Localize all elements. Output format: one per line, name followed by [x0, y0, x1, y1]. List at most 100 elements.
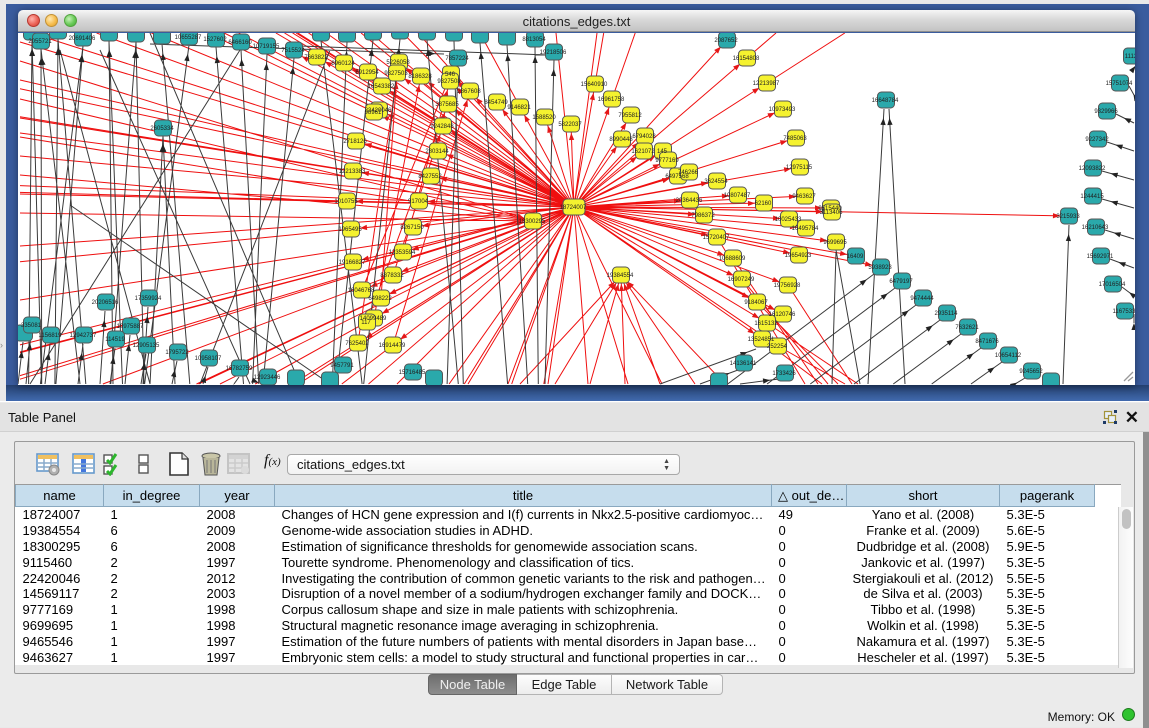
svg-text:62160: 62160	[755, 201, 772, 207]
svg-text:18724007: 18724007	[560, 205, 587, 211]
svg-text:8186328: 8186328	[408, 74, 432, 80]
svg-text:8454749: 8454749	[484, 100, 508, 106]
svg-text:7485063: 7485063	[783, 136, 807, 142]
svg-text:9146821: 9146821	[507, 105, 531, 111]
svg-text:9463627: 9463627	[792, 194, 816, 200]
svg-text:16210643: 16210643	[1082, 225, 1109, 231]
svg-text:12213383: 12213383	[339, 169, 366, 175]
svg-text:17359924: 17359924	[135, 296, 162, 302]
svg-text:9457791: 9457791	[330, 363, 354, 369]
svg-text:20691406: 20691406	[69, 36, 96, 42]
svg-text:19756928: 19756928	[774, 283, 801, 289]
svg-text:12923446: 12923446	[254, 375, 281, 381]
svg-text:114519: 114519	[105, 337, 125, 343]
svg-text:13524851: 13524851	[748, 337, 775, 343]
svg-text:8960124: 8960124	[331, 61, 355, 67]
svg-text:15640910: 15640910	[581, 82, 608, 88]
svg-text:1795722: 1795722	[165, 350, 189, 356]
svg-text:17016504: 17016504	[1099, 282, 1126, 288]
svg-text:6466160: 6466160	[228, 40, 252, 46]
svg-text:10975887: 10975887	[117, 324, 144, 330]
svg-text:7515524: 7515524	[281, 48, 305, 54]
svg-text:16914479: 16914479	[379, 343, 406, 349]
svg-text:1167533: 1167533	[1113, 309, 1135, 315]
svg-text:12213987: 12213987	[753, 81, 780, 87]
svg-text:2087652: 2087652	[714, 38, 738, 44]
svg-text:117: 117	[361, 320, 371, 326]
svg-text:2605334: 2605334	[150, 126, 174, 132]
svg-text:9699695: 9699695	[823, 240, 847, 246]
svg-text:917004: 917004	[408, 199, 429, 205]
svg-text:19218506: 19218506	[540, 50, 567, 56]
svg-text:98961: 98961	[365, 110, 382, 116]
svg-text:12942737: 12942737	[70, 333, 97, 339]
svg-text:9329966: 9329966	[1094, 109, 1118, 115]
svg-text:9327508: 9327508	[437, 79, 461, 85]
svg-text:9474444: 9474444	[910, 296, 934, 302]
svg-text:10655287: 10655287	[175, 35, 202, 41]
svg-text:16033809: 16033809	[386, 33, 413, 35]
svg-text:16961758: 16961758	[598, 97, 625, 103]
svg-text:16782759: 16782759	[226, 366, 253, 372]
svg-text:10025433: 10025433	[775, 217, 802, 223]
svg-text:1156819: 1156819	[39, 333, 63, 339]
svg-text:9184067: 9184067	[744, 300, 768, 306]
svg-text:1588520: 1588520	[532, 115, 556, 121]
svg-text:9245652: 9245652	[1019, 369, 1043, 375]
svg-text:1965495: 1965495	[338, 227, 362, 233]
svg-text:6479197: 6479197	[889, 279, 913, 285]
svg-text:10807487: 10807487	[724, 193, 751, 199]
svg-text:252254: 252254	[767, 344, 788, 350]
svg-text:1621072: 1621072	[631, 149, 655, 155]
svg-text:16495784: 16495784	[792, 226, 819, 232]
svg-text:16543382: 16543382	[368, 84, 395, 90]
svg-text:20364436: 20364436	[676, 198, 703, 204]
svg-text:2055721: 2055721	[28, 39, 52, 45]
svg-text:7986372: 7986372	[691, 213, 715, 219]
svg-text:6498222: 6498222	[368, 296, 392, 302]
svg-text:12975115: 12975115	[786, 165, 813, 171]
svg-text:1733426: 1733426	[772, 371, 796, 377]
svg-text:746266: 746266	[678, 170, 699, 176]
svg-text:19166827: 19166827	[339, 260, 366, 266]
svg-text:7857224: 7857224	[445, 56, 469, 62]
svg-text:16154808: 16154808	[733, 56, 760, 62]
svg-text:9777169: 9777169	[655, 158, 679, 164]
svg-text:8267150: 8267150	[400, 225, 424, 231]
svg-text:5938923: 5938923	[868, 265, 892, 271]
svg-text:9227342: 9227342	[1085, 137, 1109, 143]
svg-text:335081: 335081	[21, 323, 42, 329]
svg-text:14136141: 14136141	[730, 361, 757, 367]
svg-text:145: 145	[657, 149, 668, 155]
svg-text:10958107: 10958107	[195, 356, 222, 362]
svg-text:2718126: 2718126	[343, 139, 367, 145]
svg-text:9242848: 9242848	[430, 124, 454, 130]
svg-text:19654923: 19654923	[785, 253, 812, 259]
svg-text:6794028: 6794028	[632, 134, 656, 140]
svg-text:546: 546	[445, 72, 456, 78]
svg-text:16120746: 16120746	[769, 312, 796, 318]
svg-text:8427552: 8427552	[418, 174, 442, 180]
svg-text:3624554: 3624554	[704, 179, 728, 185]
svg-text:10719155: 10719155	[253, 44, 280, 50]
svg-text:9327503: 9327503	[384, 71, 408, 77]
svg-text:2803144: 2803144	[425, 149, 449, 155]
svg-text:12093822: 12093822	[1079, 166, 1106, 172]
svg-text:1244415: 1244415	[1080, 194, 1104, 200]
svg-text:10654112: 10654112	[995, 353, 1022, 359]
svg-text:12905135: 12905135	[133, 343, 160, 349]
svg-text:16648784: 16648784	[872, 98, 899, 104]
svg-text:2935114: 2935114	[935, 311, 959, 317]
svg-text:19384554: 19384554	[607, 273, 634, 279]
svg-text:15716485: 15716485	[399, 370, 426, 376]
svg-text:7955812: 7955812	[618, 113, 642, 119]
svg-text:8813054: 8813054	[522, 37, 546, 43]
svg-text:8878332: 8878332	[380, 273, 404, 279]
svg-text:1615132: 1615132	[754, 321, 778, 327]
svg-text:12353594: 12353594	[389, 250, 416, 256]
svg-text:15692971: 15692971	[1087, 254, 1114, 260]
svg-text:16046768: 16046768	[348, 288, 375, 294]
svg-text:7632621: 7632621	[955, 325, 979, 331]
svg-text:20206516: 20206516	[92, 300, 119, 306]
svg-text:16409: 16409	[847, 254, 864, 260]
